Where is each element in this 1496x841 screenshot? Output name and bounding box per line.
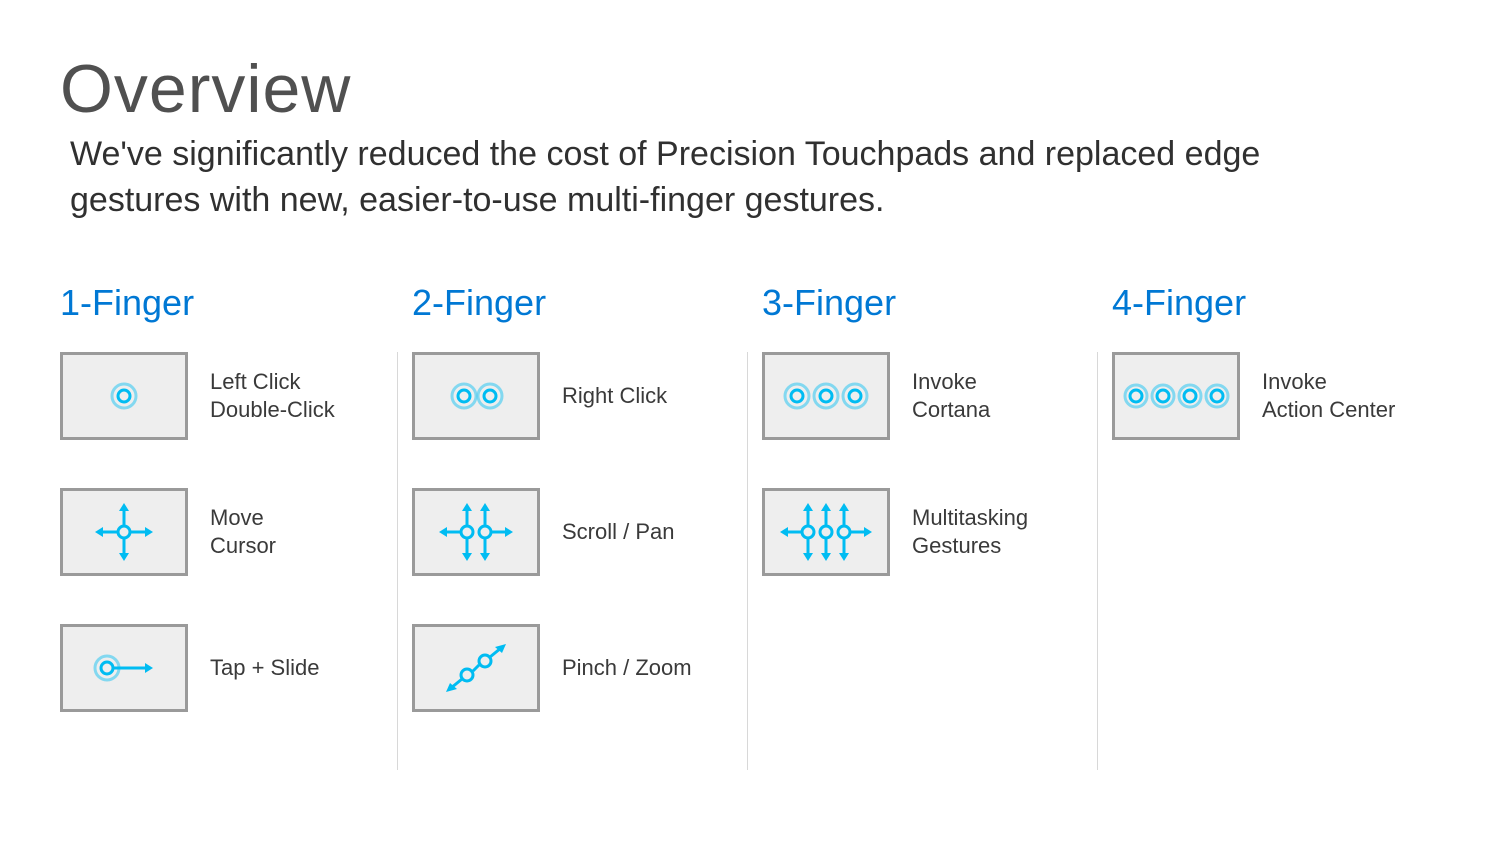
three-tap-icon	[773, 372, 879, 420]
slide: Overview We've significantly reduced the…	[0, 0, 1496, 790]
four-tap-icon	[1116, 372, 1236, 420]
gesture-tile-1tap	[60, 352, 188, 440]
gesture-label: Right Click	[562, 382, 667, 410]
gesture-label: Left ClickDouble-Click	[210, 368, 335, 423]
gesture-label: MultitaskingGestures	[912, 504, 1028, 559]
gesture-tile-move	[60, 488, 188, 576]
gesture-label: Scroll / Pan	[562, 518, 675, 546]
single-tap-icon	[100, 372, 148, 420]
gesture-label: MoveCursor	[210, 504, 276, 559]
gesture-tile-scroll	[412, 488, 540, 576]
multitask-icon	[772, 495, 880, 569]
column-heading: 4-Finger	[1112, 282, 1442, 324]
columns-container: 1-Finger Left ClickDouble-Click	[60, 282, 1436, 760]
pinch-zoom-icon	[431, 633, 521, 703]
column-3finger: 3-Finger InvokeCortana	[762, 282, 1112, 760]
gesture-label: Pinch / Zoom	[562, 654, 692, 682]
gesture-row: MultitaskingGestures	[762, 488, 1082, 576]
scroll-pan-icon	[431, 495, 521, 569]
column-heading: 3-Finger	[762, 282, 1082, 324]
column-divider	[747, 352, 748, 770]
column-1finger: 1-Finger Left ClickDouble-Click	[60, 282, 412, 760]
gesture-tile-3tap	[762, 352, 890, 440]
column-heading: 1-Finger	[60, 282, 382, 324]
gesture-tile-multitask	[762, 488, 890, 576]
tap-slide-icon	[79, 644, 169, 692]
gesture-row: InvokeAction Center	[1112, 352, 1442, 440]
page-subtitle: We've significantly reduced the cost of …	[70, 132, 1370, 224]
gesture-label: InvokeAction Center	[1262, 368, 1395, 423]
page-title: Overview	[60, 50, 1436, 128]
gesture-row: MoveCursor	[60, 488, 382, 576]
gesture-label: InvokeCortana	[912, 368, 990, 423]
column-4finger: 4-Finger InvokeAction Center	[1112, 282, 1472, 760]
column-heading: 2-Finger	[412, 282, 732, 324]
gesture-label: Tap + Slide	[210, 654, 319, 682]
gesture-row: Right Click	[412, 352, 732, 440]
gesture-row: Scroll / Pan	[412, 488, 732, 576]
gesture-row: Tap + Slide	[60, 624, 382, 712]
gesture-tile-2tap	[412, 352, 540, 440]
column-2finger: 2-Finger Right Click	[412, 282, 762, 760]
gesture-row: Pinch / Zoom	[412, 624, 732, 712]
move-cursor-icon	[89, 497, 159, 567]
gesture-row: InvokeCortana	[762, 352, 1082, 440]
gesture-tile-tapslide	[60, 624, 188, 712]
column-divider	[1097, 352, 1098, 770]
gesture-tile-pinch	[412, 624, 540, 712]
two-tap-icon	[436, 372, 516, 420]
gesture-row: Left ClickDouble-Click	[60, 352, 382, 440]
gesture-tile-4tap	[1112, 352, 1240, 440]
column-divider	[397, 352, 398, 770]
